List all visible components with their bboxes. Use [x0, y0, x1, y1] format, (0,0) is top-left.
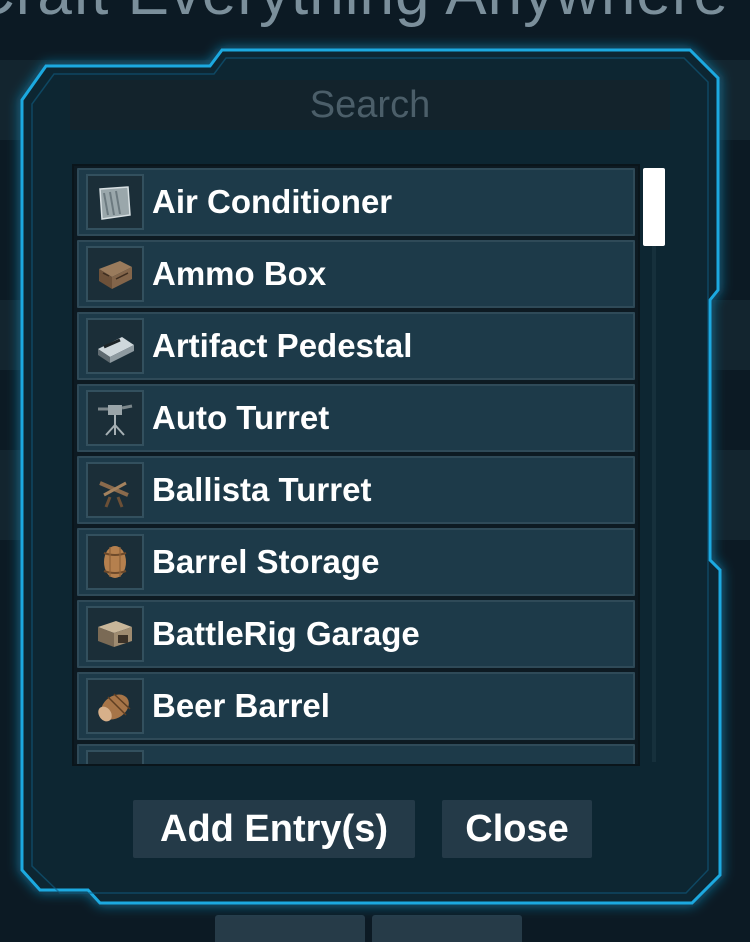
item-icon	[86, 750, 144, 764]
list-item[interactable]: Beer Barrel	[77, 672, 635, 740]
beer-barrel-icon	[86, 678, 144, 734]
scrollbar-thumb[interactable]	[643, 168, 665, 246]
list-item-label: Auto Turret	[152, 399, 330, 436]
artifact-pedestal-icon	[86, 318, 144, 374]
list-item[interactable]: Auto Turret	[77, 384, 635, 452]
list-item[interactable]: Artifact Pedestal	[77, 312, 635, 380]
scrollbar-track[interactable]	[652, 168, 656, 762]
search-input[interactable]	[70, 80, 670, 130]
barrel-storage-icon	[86, 534, 144, 590]
item-list[interactable]: Air Conditioner Ammo Box Artifact Pedest…	[72, 164, 640, 766]
list-item[interactable]: Ballista Turret	[77, 456, 635, 524]
list-item-label: BattleRig Garage	[152, 615, 420, 652]
list-item[interactable]: Air Conditioner	[77, 168, 635, 236]
close-button[interactable]: Close	[442, 800, 592, 858]
list-item[interactable]: Ammo Box	[77, 240, 635, 308]
air-conditioner-icon	[86, 174, 144, 230]
ammo-box-icon	[86, 246, 144, 302]
list-item-label: Artifact Pedestal	[152, 327, 413, 364]
list-item-label: Beer Barrel	[152, 687, 330, 724]
list-item-label: Ammo Box	[152, 255, 327, 292]
list-item-label: Barrel Storage	[152, 543, 380, 580]
ballista-turret-icon	[86, 462, 144, 518]
battlerig-garage-icon	[86, 606, 144, 662]
list-item-partial[interactable]	[77, 744, 635, 764]
list-item-label: Ballista Turret	[152, 471, 372, 508]
list-item[interactable]: BattleRig Garage	[77, 600, 635, 668]
list-item-label: Air Conditioner	[152, 183, 393, 220]
list-item[interactable]: Barrel Storage	[77, 528, 635, 596]
auto-turret-icon	[86, 390, 144, 446]
add-entries-button[interactable]: Add Entry(s)	[133, 800, 415, 858]
